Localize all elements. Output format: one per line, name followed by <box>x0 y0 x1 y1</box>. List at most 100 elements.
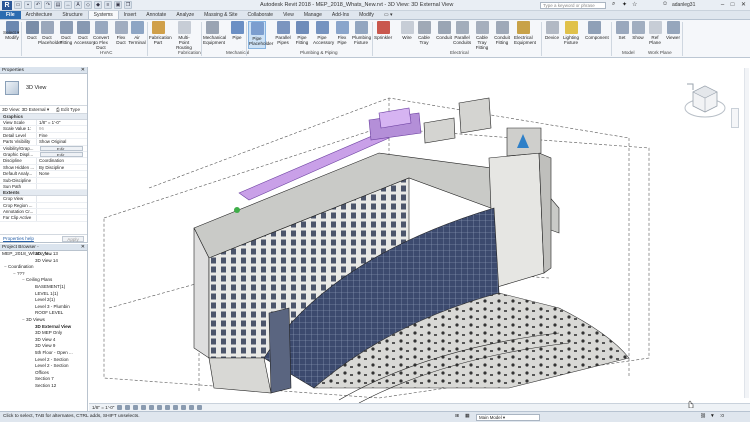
measure-icon[interactable]: ↔ <box>64 1 72 9</box>
ribbon-button-plumbing-fixture[interactable]: Plumbing Fixture <box>352 21 371 49</box>
tree-item[interactable]: Level 2 - Section <box>0 363 87 370</box>
ribbon-button-fabrication-part[interactable]: Fabrication Part <box>149 21 172 49</box>
property-value[interactable]: By Discipline <box>36 164 87 171</box>
show-crop-icon[interactable] <box>165 405 170 410</box>
edit-button[interactable]: Edit... <box>40 145 83 151</box>
close-icon[interactable]: ✕ <box>739 1 748 9</box>
detail-level-icon[interactable] <box>117 405 122 410</box>
user-icon[interactable]: ☺ <box>662 1 668 7</box>
property-value[interactable] <box>36 183 87 190</box>
ribbon-button-air-terminal[interactable]: Air Terminal <box>128 21 146 49</box>
tree-item[interactable]: Level 2 - Section <box>0 357 87 364</box>
tab-architecture[interactable]: Architecture <box>21 11 58 19</box>
visual-style-icon[interactable] <box>125 405 130 410</box>
minimize-icon[interactable]: – <box>718 1 727 9</box>
subscription-icon[interactable]: ✦ <box>622 1 627 8</box>
building-model[interactable] <box>89 58 750 403</box>
ribbon-button-mechanical-equipment[interactable]: Mechanical Equipment <box>203 21 226 49</box>
close-icon[interactable]: ✕ <box>81 67 85 74</box>
ribbon-button-cable-tray-fitting[interactable]: Cable Tray Fitting <box>473 21 491 50</box>
ribbon-button-parallel-conduits[interactable]: Parallel Conduits <box>453 21 471 49</box>
ribbon-button-convert-to-flex-duct[interactable]: Convert to Flex Duct <box>92 21 110 50</box>
ribbon-button-pipe[interactable]: Pipe <box>228 21 246 49</box>
property-row[interactable]: Far Clip Active <box>0 215 87 222</box>
tree-item[interactable]: −3D Views <box>0 317 87 324</box>
view-scale[interactable]: 1/8" = 1'-0" <box>92 404 114 411</box>
switch-windows-icon[interactable]: ❐ <box>124 1 132 9</box>
ribbon-button-multi-point-routing[interactable]: Multi-Point Routing <box>175 21 193 50</box>
ribbon-button-lighting-fixture[interactable]: Lighting Fixture <box>562 21 580 49</box>
tree-item[interactable]: 3D View 9 <box>0 343 87 350</box>
tab-structure[interactable]: Structure <box>57 11 87 19</box>
ribbon-button-ref-plane[interactable]: Ref Plane <box>646 21 664 49</box>
tree-item[interactable]: 3D MEP Only <box>0 330 87 337</box>
tree-item[interactable]: −Ceiling Plans <box>0 277 87 284</box>
ribbon-button-pipe-placeholder[interactable]: Pipe Placeholder <box>248 21 273 49</box>
tree-item[interactable]: Section 7 <box>0 376 87 383</box>
type-selector[interactable]: 3D View <box>0 74 87 106</box>
ribbon-button-duct-accessory[interactable]: Duct Accessory <box>74 21 95 49</box>
analytical-model-icon[interactable] <box>197 405 202 410</box>
property-value[interactable] <box>36 209 87 215</box>
temporary-hide-icon[interactable] <box>181 405 186 410</box>
ribbon-button-flex-pipe[interactable]: Flex Pipe <box>333 21 351 49</box>
save-icon[interactable]: ▪ <box>24 1 32 9</box>
tree-item[interactable]: 3D View 14 <box>0 258 87 265</box>
search-input[interactable]: Type a keyword or phrase <box>540 2 606 9</box>
ribbon-button-conduit[interactable]: Conduit <box>435 21 453 49</box>
3d-viewport[interactable] <box>89 58 750 403</box>
model-dropdown[interactable]: Main Model ▾ <box>476 414 540 421</box>
ribbon-button-device[interactable]: Device <box>543 21 561 49</box>
edit-type-button[interactable]: ⎙ Edit Type <box>56 106 80 114</box>
ribbon-button-show[interactable]: Show <box>629 21 647 49</box>
apply-button[interactable]: Apply <box>62 236 84 242</box>
sun-path-icon[interactable] <box>133 405 138 410</box>
ribbon-button-duct-placeholder[interactable]: Duct Placeholder <box>38 21 62 49</box>
select-dropdown[interactable]: Select ▾ <box>3 30 19 36</box>
tree-item[interactable]: Level 3 - Plumbin <box>0 304 87 311</box>
property-value[interactable] <box>36 177 87 183</box>
viewcube-icon[interactable] <box>683 78 727 122</box>
ribbon-button-electrical-equipment[interactable]: Electrical Equipment <box>514 21 536 49</box>
reveal-hidden-icon[interactable] <box>189 405 194 410</box>
tree-item[interactable]: 3D View 4 <box>0 337 87 344</box>
tab-manage[interactable]: Manage <box>299 11 327 19</box>
property-value[interactable]: Fine <box>36 132 87 139</box>
ribbon-button-pipe-accessory[interactable]: Pipe Accessory <box>313 21 334 49</box>
worksets-icon[interactable]: ⊞ <box>455 412 459 422</box>
tab-collaborate[interactable]: Collaborate <box>242 11 278 19</box>
property-value[interactable] <box>36 196 87 202</box>
tab-add-ins[interactable]: Add-Ins <box>327 11 354 19</box>
filter-icon[interactable]: ▼ <box>710 412 715 422</box>
tree-item[interactable]: LEVEL 1(1) <box>0 291 87 298</box>
redo-icon[interactable]: ↷ <box>44 1 52 9</box>
ribbon-button-sprinkler[interactable]: Sprinkler <box>374 21 392 49</box>
tab-annotate[interactable]: Annotate <box>141 11 171 19</box>
edit-button[interactable]: Edit... <box>40 151 83 158</box>
tree-item[interactable]: Offices <box>0 370 87 377</box>
ribbon-button-conduit-fitting[interactable]: Conduit Fitting <box>493 21 511 49</box>
lock-view-icon[interactable] <box>173 405 178 410</box>
design-options-icon[interactable]: ▦ <box>465 412 470 422</box>
maximize-icon[interactable]: □ <box>728 1 737 9</box>
tree-item[interactable]: −Coordination <box>0 264 87 271</box>
property-value[interactable]: 1/8" = 1'-0" <box>36 120 87 126</box>
revit-logo-icon[interactable]: R <box>2 1 12 10</box>
ribbon-button-viewer[interactable]: Viewer <box>664 21 682 49</box>
ribbon-minimize-icon[interactable]: ▭ ▾ <box>379 11 398 19</box>
tree-item[interactable]: 3D External View <box>0 324 87 331</box>
tab-analyze[interactable]: Analyze <box>171 11 199 19</box>
ribbon-button-cable-tray[interactable]: Cable Tray <box>415 21 433 49</box>
text-icon[interactable]: A <box>74 1 82 9</box>
select-links-icon[interactable]: ⛓ <box>700 412 706 422</box>
user-name[interactable]: adanleg31 <box>672 2 695 8</box>
view-dropdown[interactable]: 3D View: 3D External ▾ ⎙ Edit Type <box>0 106 87 114</box>
shadows-icon[interactable] <box>141 405 146 410</box>
tab-modify[interactable]: Modify <box>354 11 379 19</box>
property-value[interactable]: 96 <box>36 126 87 132</box>
tab-systems[interactable]: Systems <box>87 11 119 19</box>
tree-item[interactable]: 5th Floor - Open ... <box>0 350 87 357</box>
communication-icon[interactable]: ☆ <box>632 1 637 8</box>
search-icon[interactable]: ⌕ <box>612 1 615 8</box>
print-icon[interactable]: ▤ <box>54 1 62 9</box>
